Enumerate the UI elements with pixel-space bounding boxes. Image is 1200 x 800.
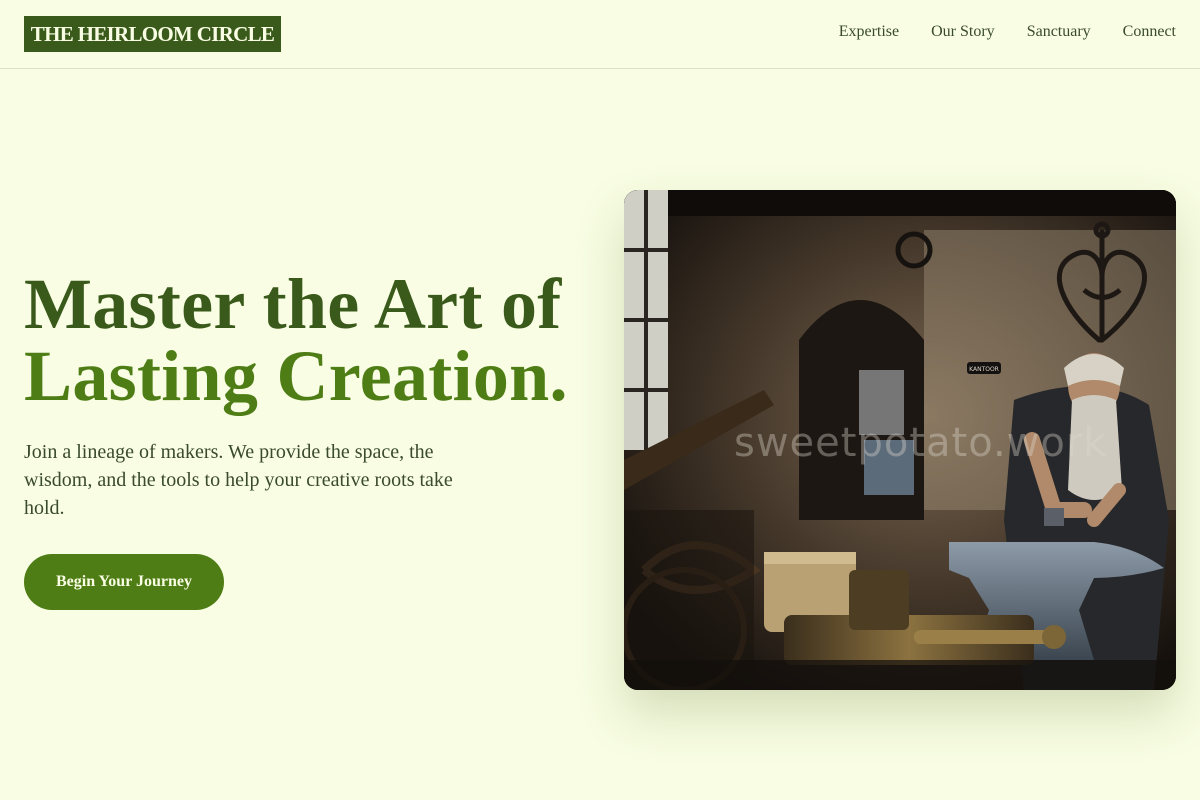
- hero-title: Master the Art of Lasting Creation.: [24, 268, 568, 412]
- workshop-sign: KANTOOR: [969, 366, 999, 373]
- hero-title-line-1: Master the Art of: [24, 264, 562, 344]
- hero-photo-blacksmith: KANTOOR sweetpotato.work: [624, 190, 1176, 690]
- watermark-text: sweetpotato.work: [734, 420, 1108, 466]
- nav-link-expertise[interactable]: Expertise: [839, 22, 899, 42]
- hero-title-line-2: Lasting Creation.: [24, 336, 568, 416]
- nav-link-sanctuary[interactable]: Sanctuary: [1027, 22, 1091, 42]
- nav-link-our-story[interactable]: Our Story: [931, 22, 995, 42]
- site-logo[interactable]: THE HEIRLOOM CIRCLE: [24, 16, 281, 52]
- main-nav: Expertise Our Story Sanctuary Connect: [839, 22, 1176, 42]
- hero-subtitle: Join a lineage of makers. We provide the…: [24, 441, 453, 519]
- nav-link-connect[interactable]: Connect: [1123, 22, 1176, 42]
- begin-journey-button[interactable]: Begin Your Journey: [24, 554, 224, 610]
- site-header: THE HEIRLOOM CIRCLE Expertise Our Story …: [0, 0, 1200, 69]
